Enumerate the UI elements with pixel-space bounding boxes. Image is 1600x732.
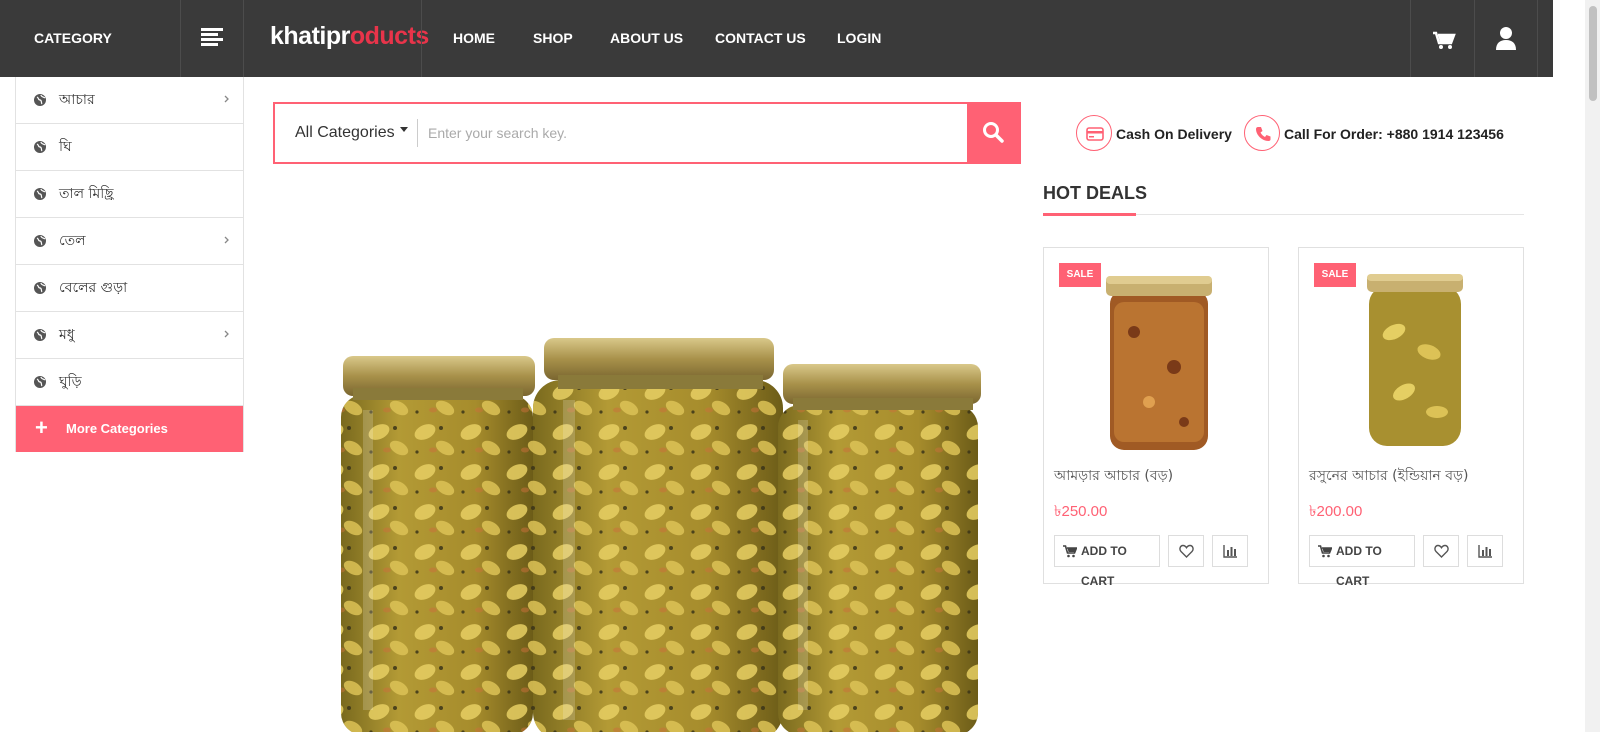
sidebar-item-achar[interactable]: আচার: [16, 77, 243, 124]
sidebar-item-label: তেল: [59, 233, 86, 249]
page-scrollbar[interactable]: [1585, 0, 1600, 732]
product-image[interactable]: [1104, 272, 1214, 450]
sidebar-item-label: ঘি: [59, 139, 72, 155]
more-categories-label: More Categories: [66, 421, 168, 436]
cash-on-delivery-text: Cash On Delivery: [1116, 126, 1232, 142]
caret-down-icon: [399, 127, 408, 133]
search-button[interactable]: [967, 102, 1021, 164]
globe-icon: [34, 188, 46, 200]
sidebar-item-beler-gura[interactable]: বেলের গুড়া: [16, 265, 243, 312]
bar-chart-icon: [1478, 545, 1492, 558]
heart-icon: [1179, 544, 1194, 558]
credit-card-icon: [1076, 115, 1112, 151]
add-to-cart-label: ADD TO CART: [1081, 544, 1127, 588]
user-icon[interactable]: [1493, 24, 1523, 54]
globe-icon: [34, 282, 46, 294]
chevron-right-icon: [224, 330, 229, 338]
pickle-jars-image: [341, 338, 981, 732]
nav-home[interactable]: HOME: [453, 0, 495, 77]
hot-deals-title: HOT DEALS: [1043, 183, 1148, 203]
sidebar-item-label: আচার: [59, 92, 95, 108]
wishlist-button[interactable]: [1168, 535, 1204, 567]
menu-icon[interactable]: [201, 28, 223, 47]
cart-icon: [1318, 545, 1332, 558]
cart-icon: [1063, 545, 1077, 558]
sale-badge: SALE: [1314, 263, 1356, 287]
product-card[interactable]: SALE রসুনের আচার (ইন্ডিয়ান বড়) ৳200.00…: [1298, 247, 1524, 588]
sidebar-item-label: বেলের গুড়া: [59, 280, 128, 296]
add-to-cart-label: ADD TO CART: [1336, 544, 1382, 588]
product-price: ৳200.00: [1309, 503, 1363, 520]
sidebar-item-label: মধু: [59, 327, 75, 343]
search-bar: All Categories: [273, 102, 1021, 164]
sidebar-item-label: তাল মিছ্রি: [59, 186, 114, 202]
globe-icon: [34, 235, 46, 247]
heart-icon: [1434, 544, 1449, 558]
bar-chart-icon: [1223, 545, 1237, 558]
category-select[interactable]: All Categories: [275, 104, 417, 162]
search-icon: [983, 122, 1004, 143]
call-for-order-text: Call For Order: +880 1914 123456: [1284, 126, 1504, 142]
phone-icon: [1244, 115, 1280, 151]
product-price: ৳250.00: [1054, 503, 1108, 520]
globe-icon: [34, 94, 46, 106]
globe-icon: [34, 329, 46, 341]
product-card[interactable]: SALE আমড়ার আচার (বড়) ৳250.00 ADD TO CA…: [1043, 247, 1269, 588]
sidebar-item-tal-michri[interactable]: তাল মিছ্রি: [16, 171, 243, 218]
nav-about-us[interactable]: ABOUT US: [610, 0, 683, 77]
add-to-cart-button[interactable]: ADD TO CART: [1309, 535, 1415, 588]
divider: [1537, 0, 1538, 77]
sidebar-item-tel[interactable]: তেল: [16, 218, 243, 265]
logo-text-white: khatipr: [270, 22, 350, 50]
more-categories-button[interactable]: + More Categories: [16, 406, 243, 452]
site-logo[interactable]: khatiproducts: [270, 22, 429, 51]
plus-icon: +: [35, 415, 48, 440]
chevron-right-icon: [224, 236, 229, 244]
nav-login[interactable]: LOGIN: [837, 0, 881, 77]
product-name[interactable]: আমড়ার আচার (বড়): [1054, 464, 1173, 488]
nav-contact-us[interactable]: CONTACT US: [715, 0, 806, 77]
compare-button[interactable]: [1212, 535, 1248, 567]
hero-banner-image[interactable]: [273, 180, 1021, 732]
divider: [417, 119, 418, 147]
add-to-cart-button[interactable]: ADD TO CART: [1054, 535, 1160, 588]
divider: [180, 0, 181, 77]
nav-shop[interactable]: SHOP: [533, 0, 573, 77]
logo-text-red: oducts: [349, 22, 429, 50]
divider: [1410, 0, 1411, 77]
category-select-value: All Categories: [295, 124, 395, 141]
category-sidebar: আচার ঘি তাল মিছ্রি তেল বেলের গুড়া মধু ঘ…: [15, 77, 244, 452]
sidebar-item-ghuri[interactable]: ঘুড়ি: [16, 359, 243, 406]
divider: [243, 0, 244, 77]
product-image[interactable]: [1359, 272, 1469, 450]
top-navbar: CATEGORY khatiproducts HOME SHOP ABOUT U…: [0, 0, 1553, 77]
wishlist-button[interactable]: [1423, 535, 1459, 567]
search-input[interactable]: [428, 113, 958, 153]
title-accent: [1043, 213, 1136, 216]
product-name[interactable]: রসুনের আচার (ইন্ডিয়ান বড়): [1309, 464, 1468, 488]
sidebar-item-label: ঘুড়ি: [59, 374, 82, 390]
sidebar-item-modhu[interactable]: মধু: [16, 312, 243, 359]
compare-button[interactable]: [1467, 535, 1503, 567]
divider: [1474, 0, 1475, 77]
scrollbar-thumb[interactable]: [1589, 6, 1597, 101]
cart-icon[interactable]: [1430, 24, 1460, 54]
globe-icon: [34, 141, 46, 153]
sale-badge: SALE: [1059, 263, 1101, 287]
globe-icon: [34, 376, 46, 388]
divider: [421, 0, 422, 77]
chevron-right-icon: [224, 95, 229, 103]
sidebar-item-ghee[interactable]: ঘি: [16, 124, 243, 171]
category-header-label: CATEGORY: [34, 30, 112, 46]
